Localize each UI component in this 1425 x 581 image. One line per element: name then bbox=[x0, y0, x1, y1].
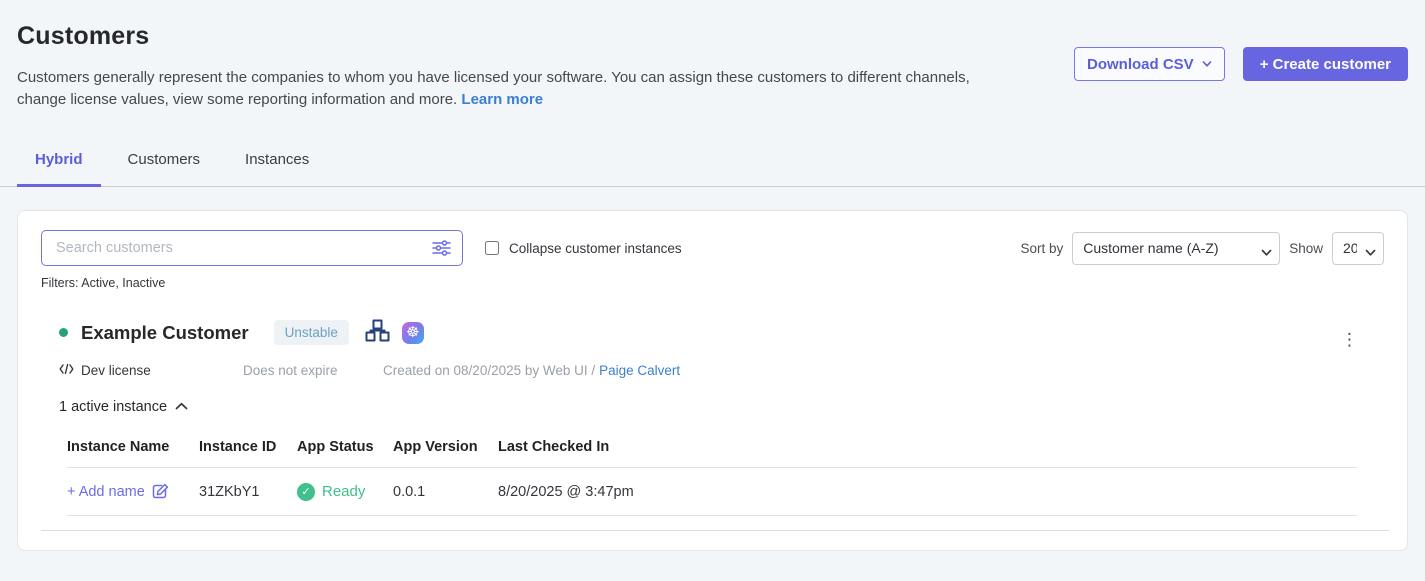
customer-name[interactable]: Example Customer bbox=[81, 322, 249, 344]
code-license-icon bbox=[59, 363, 74, 378]
header-actions: Download CSV + Create customer bbox=[1074, 47, 1408, 111]
sort-by-label: Sort by bbox=[1020, 241, 1063, 256]
instance-row: + Add name 31ZKbY1 ✓ Ready 0.0.1 8/20/20… bbox=[67, 468, 1357, 516]
last-checked-in-cell: 8/20/2025 @ 3:47pm bbox=[498, 484, 1357, 500]
toolbar: Collapse customer instances Sort by Cust… bbox=[41, 230, 1384, 266]
collapse-instances-checkbox[interactable] bbox=[485, 241, 499, 255]
page-header: Customers Customers generally represent … bbox=[0, 0, 1425, 111]
instances-table-header: Instance Name Instance ID App Status App… bbox=[67, 431, 1357, 468]
active-status-dot bbox=[59, 328, 68, 337]
instances-summary-label: 1 active instance bbox=[59, 399, 167, 415]
col-last-checked-in: Last Checked In bbox=[498, 439, 1357, 455]
collapse-instances-label: Collapse customer instances bbox=[509, 241, 682, 256]
customer-row: Example Customer Unstable ☸ ⋮ bbox=[41, 317, 1384, 516]
col-instance-id: Instance ID bbox=[199, 439, 297, 455]
page-title: Customers bbox=[17, 22, 982, 51]
instances-collapse-toggle[interactable]: 1 active instance bbox=[59, 399, 188, 415]
customer-section-divider bbox=[41, 530, 1389, 531]
license-type-label: Dev license bbox=[81, 363, 151, 378]
col-app-version: App Version bbox=[393, 439, 498, 455]
show-count-select[interactable]: 20 bbox=[1332, 232, 1384, 265]
chevron-up-icon bbox=[175, 399, 188, 415]
page-description: Customers generally represent the compan… bbox=[17, 67, 982, 111]
edit-pencil-icon[interactable] bbox=[152, 483, 169, 500]
chevron-down-icon bbox=[1202, 59, 1212, 69]
create-customer-button[interactable]: + Create customer bbox=[1243, 47, 1408, 81]
sort-by-select[interactable]: Customer name (A-Z) bbox=[1072, 232, 1280, 265]
learn-more-link[interactable]: Learn more bbox=[461, 91, 543, 108]
search-box bbox=[41, 230, 463, 266]
check-circle-icon: ✓ bbox=[297, 483, 315, 501]
kubernetes-icon: ☸ bbox=[402, 322, 424, 344]
toolbar-right: Sort by Customer name (A-Z) Show 20 bbox=[1020, 232, 1384, 265]
app-status-cell: ✓ Ready bbox=[297, 483, 393, 501]
collapse-instances-control: Collapse customer instances bbox=[485, 241, 682, 256]
kebab-menu-icon[interactable]: ⋮ bbox=[1341, 331, 1358, 348]
col-app-status: App Status bbox=[297, 439, 393, 455]
app-version-cell: 0.0.1 bbox=[393, 484, 498, 500]
license-row: Dev license Does not expire Created on 0… bbox=[59, 363, 1384, 378]
created-by-link[interactable]: Paige Calvert bbox=[599, 363, 680, 378]
license-expiry: Does not expire bbox=[243, 363, 383, 378]
active-filters-note: Filters: Active, Inactive bbox=[41, 276, 1384, 290]
add-name-link[interactable]: + Add name bbox=[67, 483, 199, 500]
tab-bar: Hybrid Customers Instances bbox=[0, 141, 1425, 187]
tab-hybrid[interactable]: Hybrid bbox=[17, 141, 101, 187]
channel-badge: Unstable bbox=[274, 320, 349, 345]
customers-card: Collapse customer instances Sort by Cust… bbox=[17, 210, 1408, 551]
tab-customers[interactable]: Customers bbox=[110, 141, 219, 187]
search-input[interactable] bbox=[56, 240, 430, 256]
tab-instances[interactable]: Instances bbox=[227, 141, 327, 187]
show-label: Show bbox=[1289, 241, 1323, 256]
created-info: Created on 08/20/2025 by Web UI /Paige C… bbox=[383, 363, 680, 378]
hierarchy-sitemap-icon bbox=[365, 319, 390, 347]
filter-sliders-icon[interactable] bbox=[430, 237, 452, 259]
instances-table: Instance Name Instance ID App Status App… bbox=[67, 431, 1357, 516]
instance-id-cell: 31ZKbY1 bbox=[199, 484, 297, 500]
col-instance-name: Instance Name bbox=[67, 439, 199, 455]
download-csv-button[interactable]: Download CSV bbox=[1074, 47, 1225, 81]
